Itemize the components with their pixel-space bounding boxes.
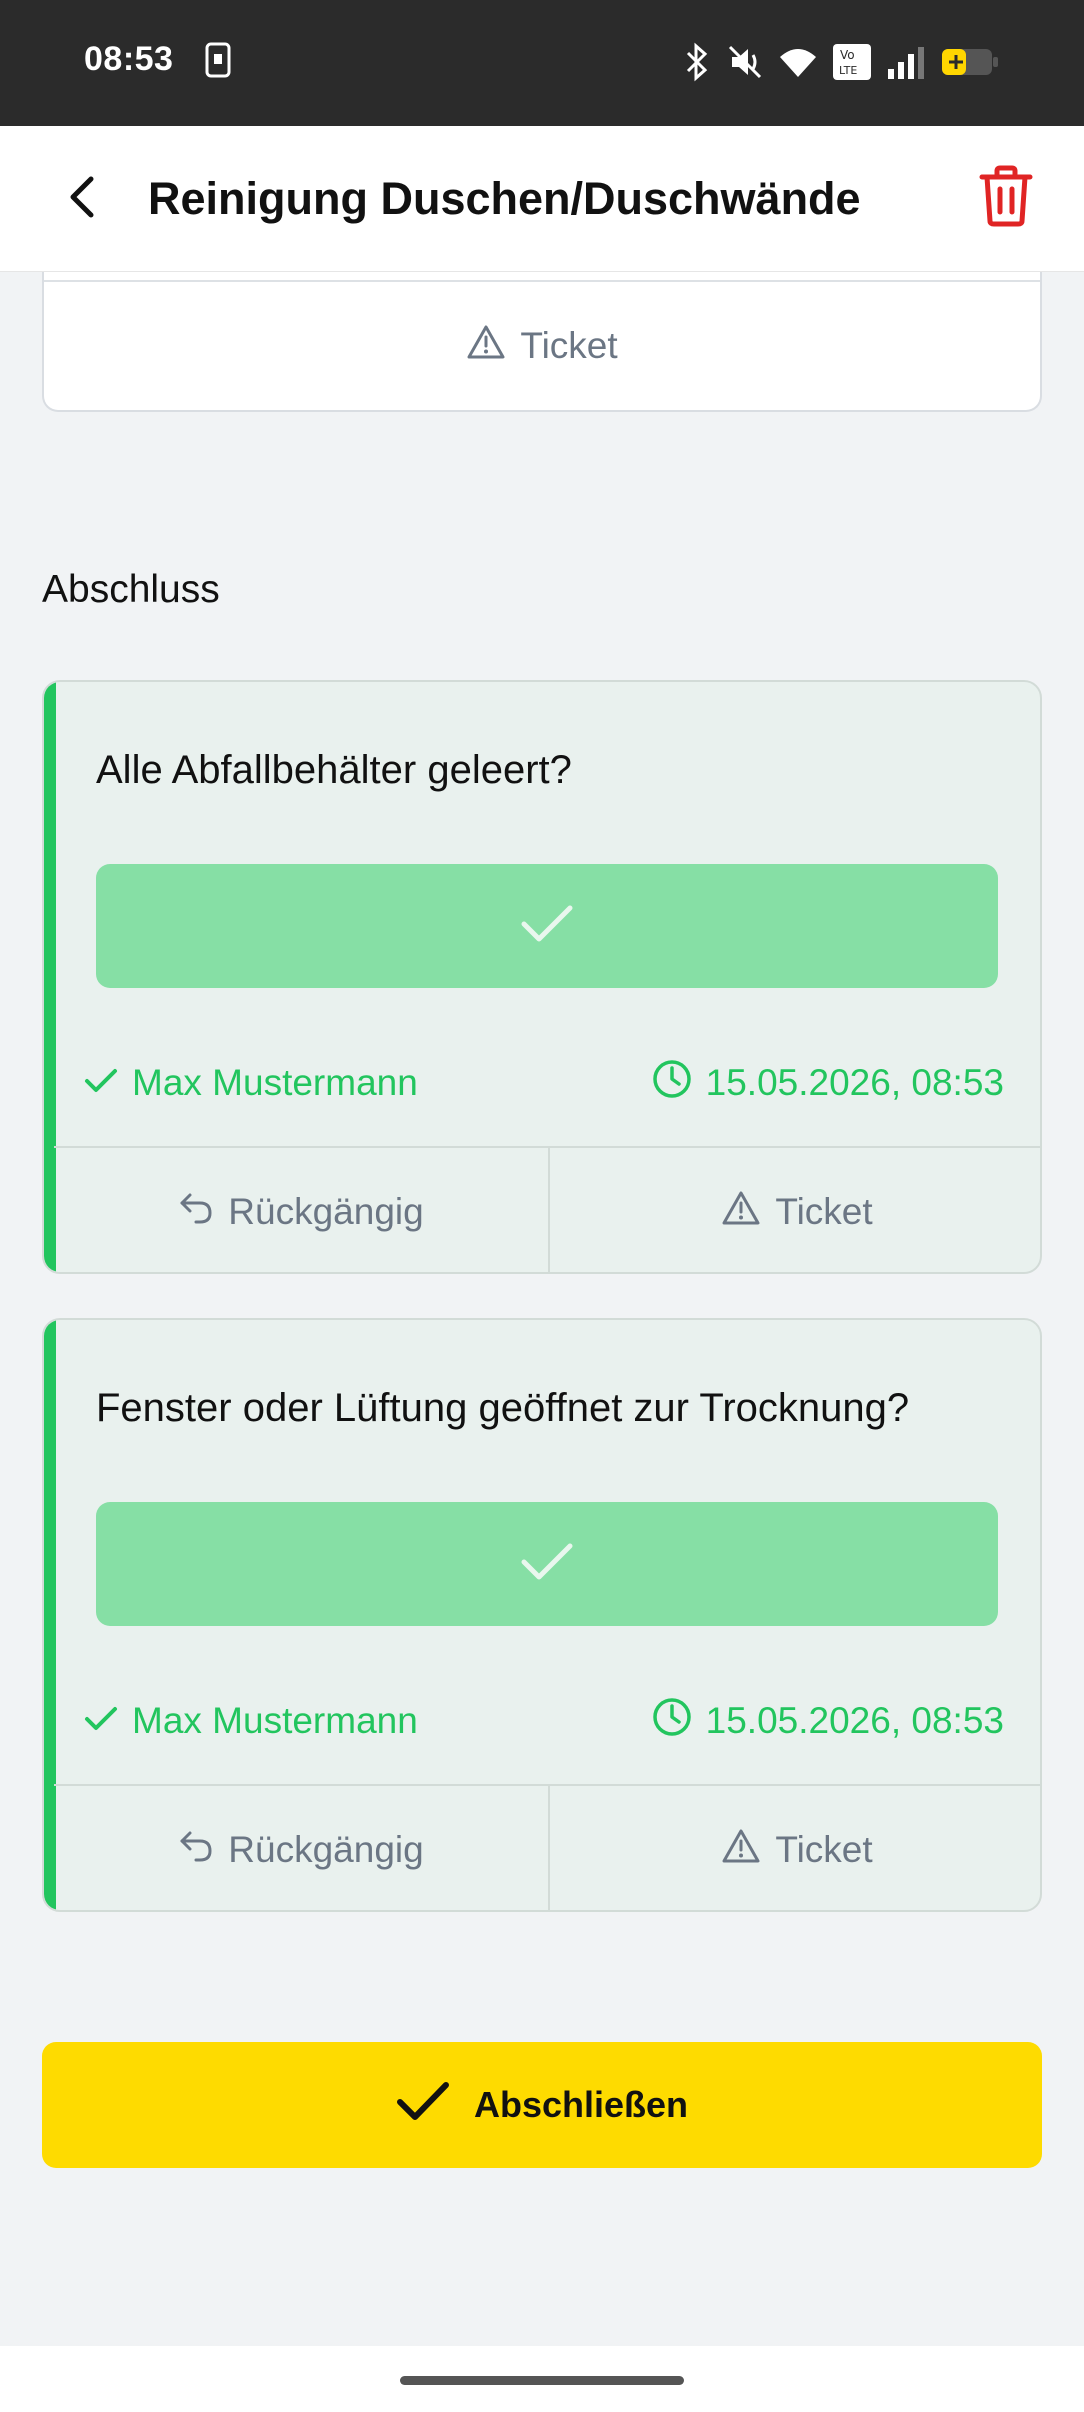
warning-icon: [721, 1190, 761, 1235]
back-button[interactable]: [50, 166, 116, 232]
svg-text:LTE: LTE: [839, 64, 857, 77]
completion-meta: Max Mustermann 15.05.2026, 08:53: [84, 1058, 1004, 1108]
timestamp: 15.05.2026, 08:53: [705, 1062, 1004, 1103]
status-icons: Vo LTE: [682, 40, 1000, 84]
completed-by: Max Mustermann: [84, 1062, 418, 1104]
signal-icon: [886, 45, 926, 79]
check-icon: [396, 2080, 450, 2131]
bluetooth-icon: [682, 42, 712, 82]
task-card: Fenster oder Lüftung geöffnet zur Trockn…: [42, 1318, 1042, 1912]
confirm-check-button[interactable]: [96, 1502, 998, 1626]
previous-task-card: Ticket: [42, 272, 1042, 412]
undo-icon: [178, 1829, 214, 1872]
section-title: Abschluss: [42, 568, 220, 611]
ticket-button[interactable]: Ticket: [548, 1786, 1040, 1910]
task-question: Alle Abfallbehälter geleert?: [96, 748, 572, 792]
volte-text: Vo: [840, 48, 855, 62]
warning-icon: [721, 1828, 761, 1873]
undo-label: Rückgängig: [228, 1829, 424, 1870]
clock-icon: [652, 1059, 692, 1108]
undo-button[interactable]: Rückgängig: [54, 1786, 548, 1910]
completion-meta: Max Mustermann 15.05.2026, 08:53: [84, 1696, 1004, 1746]
phone-notification-icon: [205, 42, 231, 78]
finish-button[interactable]: Abschließen: [42, 2042, 1042, 2168]
volte-icon: Vo LTE: [832, 43, 872, 81]
undo-button[interactable]: Rückgängig: [54, 1148, 548, 1272]
ticket-button[interactable]: Ticket: [44, 282, 1040, 410]
clock-icon: [652, 1697, 692, 1746]
mute-icon: [726, 43, 764, 81]
trash-icon: [978, 165, 1034, 232]
task-card: Alle Abfallbehälter geleert? Max Musterm…: [42, 680, 1042, 1274]
warning-icon: [466, 324, 506, 369]
user-name: Max Mustermann: [132, 1062, 418, 1103]
card-actions: Rückgängig Ticket: [54, 1784, 1040, 1910]
confirm-check-button[interactable]: [96, 864, 998, 988]
finish-label: Abschließen: [473, 2084, 689, 2125]
chevron-left-icon: [63, 173, 103, 226]
wifi-icon: [778, 45, 818, 79]
status-time: 08:53: [84, 40, 174, 78]
card-actions: Rückgängig Ticket: [54, 1146, 1040, 1272]
timestamp: 15.05.2026, 08:53: [705, 1700, 1004, 1741]
completed-at: 15.05.2026, 08:53: [652, 1697, 1004, 1746]
page-title: Reinigung Duschen/Duschwände: [148, 173, 861, 224]
delete-button[interactable]: [968, 160, 1044, 236]
check-icon: [84, 1062, 118, 1104]
undo-icon: [178, 1191, 214, 1234]
task-question: Fenster oder Lüftung geöffnet zur Trockn…: [96, 1386, 910, 1430]
check-icon: [520, 904, 574, 949]
check-icon: [84, 1700, 118, 1742]
ticket-button[interactable]: Ticket: [548, 1148, 1040, 1272]
ticket-label: Ticket: [775, 1191, 873, 1232]
ticket-label: Ticket: [775, 1829, 873, 1870]
user-name: Max Mustermann: [132, 1700, 418, 1741]
app-bar: Reinigung Duschen/Duschwände: [0, 126, 1084, 272]
undo-label: Rückgängig: [228, 1191, 424, 1232]
battery-icon: [940, 45, 1000, 79]
ticket-label: Ticket: [520, 325, 618, 366]
check-icon: [520, 1542, 574, 1587]
completed-by: Max Mustermann: [84, 1700, 418, 1742]
home-indicator[interactable]: [400, 2376, 684, 2385]
status-bar: 08:53 Vo LTE: [0, 0, 1084, 126]
completed-at: 15.05.2026, 08:53: [652, 1059, 1004, 1108]
